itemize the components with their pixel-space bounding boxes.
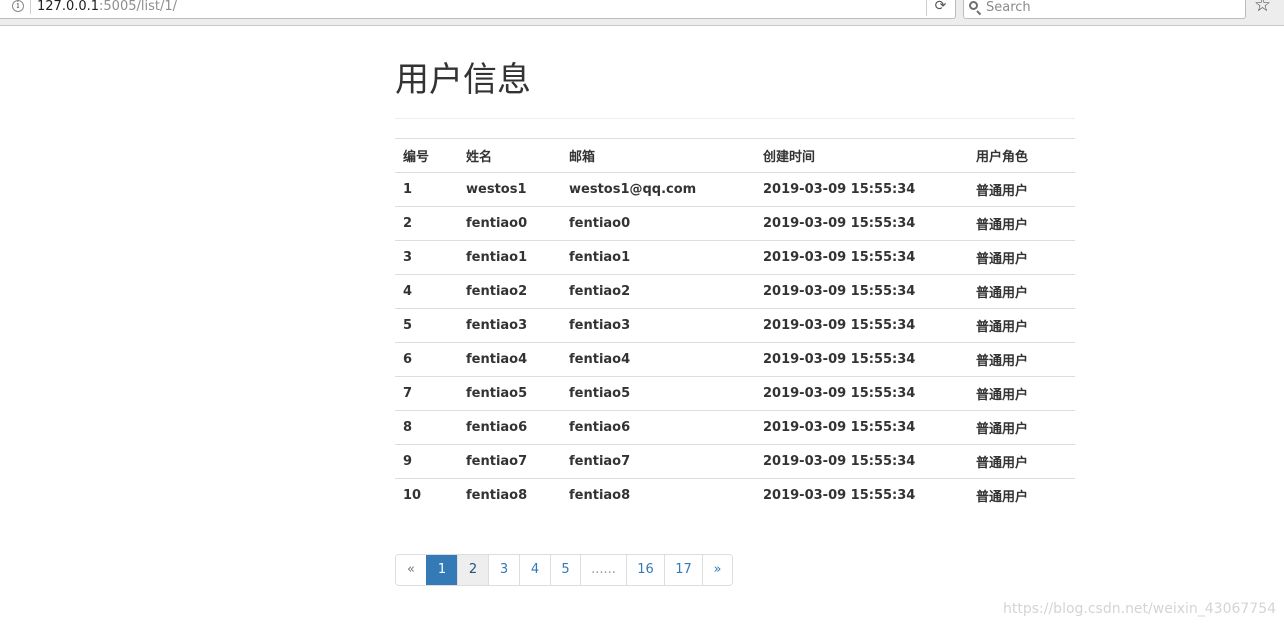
- url-host: 127.0.0.1: [37, 0, 100, 14]
- table-cell: fentiao5: [561, 376, 755, 411]
- url-divider: [30, 0, 31, 14]
- table-cell: 2019-03-09 15:55:34: [755, 172, 968, 207]
- table-row: 8 fentiao6 fentiao6 2019-03-09 15:55:34 普通用户: [395, 410, 1075, 445]
- page-link-3[interactable]: 3: [488, 555, 519, 585]
- table-cell: 普通用户: [968, 342, 1075, 377]
- table-cell: 8: [395, 410, 458, 445]
- table-cell: 2019-03-09 15:55:34: [755, 308, 968, 343]
- table-cell: 普通用户: [968, 206, 1075, 241]
- table-cell: 2019-03-09 15:55:34: [755, 274, 968, 309]
- column-header: 邮箱: [561, 138, 755, 173]
- table-cell: 7: [395, 376, 458, 411]
- page-link-5[interactable]: 5: [550, 555, 580, 585]
- table-cell: fentiao4: [458, 342, 561, 377]
- table-cell: 5: [395, 308, 458, 343]
- table-cell: 2019-03-09 15:55:34: [755, 376, 968, 411]
- table-cell: 普通用户: [968, 172, 1075, 207]
- table-cell: 2019-03-09 15:55:34: [755, 342, 968, 377]
- url-path: :5005/list/1/: [99, 0, 177, 14]
- search-placeholder: Search: [986, 0, 1031, 15]
- table-row: 5 fentiao3 fentiao3 2019-03-09 15:55:34 普通用户: [395, 308, 1075, 343]
- column-header: 创建时间: [755, 138, 968, 173]
- star-icon[interactable]: ☆: [1254, 0, 1271, 16]
- table-cell: 3: [395, 240, 458, 275]
- url-text[interactable]: 127.0.0.1:5005/list/1/: [37, 0, 177, 15]
- table-cell: 2019-03-09 15:55:34: [755, 478, 968, 513]
- page-link-2[interactable]: 2: [457, 555, 488, 585]
- table-cell: fentiao2: [458, 274, 561, 309]
- table-cell: fentiao8: [561, 478, 755, 513]
- watermark-text: https://blog.csdn.net/weixin_43067754: [1003, 601, 1277, 617]
- table-cell: fentiao6: [561, 410, 755, 445]
- table-row: 6 fentiao4 fentiao4 2019-03-09 15:55:34 普通用户: [395, 342, 1075, 377]
- page-link-17[interactable]: 17: [664, 555, 702, 585]
- table-header-row: 编号 姓名 邮箱 创建时间 用户角色: [395, 138, 1075, 173]
- table-cell: fentiao1: [458, 240, 561, 275]
- users-table: 编号 姓名 邮箱 创建时间 用户角色 1 westos1 westos1@qq.com 201…: [395, 138, 1075, 513]
- table-cell: 2019-03-09 15:55:34: [755, 410, 968, 445]
- table-cell: 普通用户: [968, 240, 1075, 275]
- table-cell: 普通用户: [968, 478, 1075, 513]
- table-cell: fentiao3: [561, 308, 755, 343]
- table-body: 1 westos1 westos1@qq.com 2019-03-09 15:55:3…: [395, 172, 1075, 513]
- column-header: 姓名: [458, 138, 561, 173]
- page-ellipsis: ......: [580, 555, 626, 585]
- table-cell: 2019-03-09 15:55:34: [755, 206, 968, 241]
- info-icon[interactable]: i: [12, 0, 24, 12]
- table-cell: fentiao2: [561, 274, 755, 309]
- next-page-button[interactable]: »: [702, 555, 732, 585]
- prev-page-button[interactable]: «: [396, 555, 426, 585]
- table-cell: westos1@qq.com: [561, 172, 755, 207]
- table-row: 2 fentiao0 fentiao0 2019-03-09 15:55:34 普通用户: [395, 206, 1075, 241]
- table-cell: fentiao7: [561, 444, 755, 479]
- page-link-4[interactable]: 4: [519, 555, 550, 585]
- table-cell: 普通用户: [968, 308, 1075, 343]
- column-header: 编号: [395, 138, 458, 173]
- table-row: 4 fentiao2 fentiao2 2019-03-09 15:55:34 普通用户: [395, 274, 1075, 309]
- table-cell: fentiao0: [561, 206, 755, 241]
- page-link-16[interactable]: 16: [626, 555, 664, 585]
- table-row: 1 westos1 westos1@qq.com 2019-03-09 15:55:3…: [395, 172, 1075, 207]
- table-row: 9 fentiao7 fentiao7 2019-03-09 15:55:34 普通用户: [395, 444, 1075, 479]
- table-cell: fentiao8: [458, 478, 561, 513]
- page-link-1[interactable]: 1: [426, 555, 457, 585]
- search-bar[interactable]: Search: [963, 0, 1246, 19]
- table-row: 7 fentiao5 fentiao5 2019-03-09 15:55:34 普通用户: [395, 376, 1075, 411]
- table-cell: 普通用户: [968, 376, 1075, 411]
- address-bar[interactable]: i 127.0.0.1:5005/list/1/ ⟳: [0, 0, 956, 19]
- table-cell: 普通用户: [968, 444, 1075, 479]
- table-cell: 1: [395, 172, 458, 207]
- table-row: 10 fentiao8 fentiao8 2019-03-09 15:55:34 普通用…: [395, 478, 1075, 513]
- table-cell: fentiao6: [458, 410, 561, 445]
- browser-toolbar: i 127.0.0.1:5005/list/1/ ⟳ Search ☆: [0, 0, 1284, 26]
- table-cell: fentiao0: [458, 206, 561, 241]
- search-icon: [969, 1, 978, 10]
- table-cell: 2: [395, 206, 458, 241]
- page-title: 用户信息: [395, 60, 531, 100]
- column-header: 用户角色: [968, 138, 1075, 173]
- table-cell: 10: [395, 478, 458, 513]
- table-cell: fentiao1: [561, 240, 755, 275]
- table-cell: fentiao4: [561, 342, 755, 377]
- table-cell: 9: [395, 444, 458, 479]
- table-cell: fentiao5: [458, 376, 561, 411]
- table-cell: 普通用户: [968, 274, 1075, 309]
- reload-icon[interactable]: ⟳: [926, 0, 954, 16]
- page-header: 用户信息: [395, 59, 1075, 119]
- table-cell: 普通用户: [968, 410, 1075, 445]
- table-cell: 2019-03-09 15:55:34: [755, 240, 968, 275]
- table-row: 3 fentiao1 fentiao1 2019-03-09 15:55:34 普通用户: [395, 240, 1075, 275]
- table-cell: 4: [395, 274, 458, 309]
- table-cell: fentiao7: [458, 444, 561, 479]
- table-cell: fentiao3: [458, 308, 561, 343]
- main-container: 用户信息 编号 姓名 邮箱 创建时间 用户角色 1 westos1 westos1@qq.c…: [395, 26, 1075, 513]
- table-cell: 6: [395, 342, 458, 377]
- table-cell: 2019-03-09 15:55:34: [755, 444, 968, 479]
- table-cell: westos1: [458, 172, 561, 207]
- pagination: «1 2 3 4 5...... 16 17»: [395, 554, 733, 586]
